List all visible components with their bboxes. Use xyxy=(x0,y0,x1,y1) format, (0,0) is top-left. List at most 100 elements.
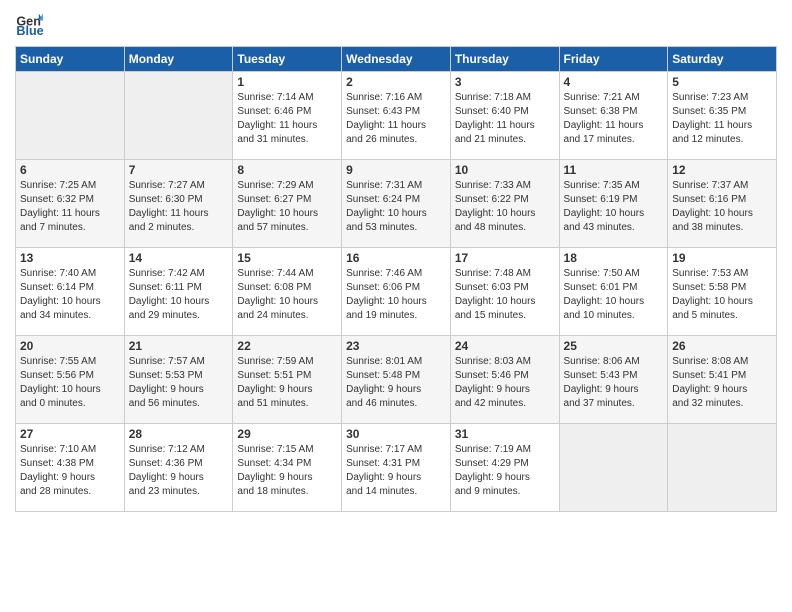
day-number: 7 xyxy=(129,163,229,177)
cell-content: Sunrise: 7:21 AM Sunset: 6:38 PM Dayligh… xyxy=(564,91,664,147)
week-row-4: 20 Sunrise: 7:55 AM Sunset: 5:56 PM Dayli… xyxy=(16,336,777,424)
calendar-cell: 7 Sunrise: 7:27 AM Sunset: 6:30 PM Daylig… xyxy=(124,160,233,248)
calendar-cell xyxy=(16,72,125,160)
calendar-cell: 27 Sunrise: 7:10 AM Sunset: 4:38 PM Dayli… xyxy=(16,424,125,512)
day-number: 31 xyxy=(455,427,555,441)
calendar-cell xyxy=(124,72,233,160)
calendar-cell: 13 Sunrise: 7:40 AM Sunset: 6:14 PM Dayli… xyxy=(16,248,125,336)
cell-content: Sunrise: 8:06 AM Sunset: 5:43 PM Dayligh… xyxy=(564,355,664,411)
weekday-header-tuesday: Tuesday xyxy=(233,47,342,72)
calendar-cell: 22 Sunrise: 7:59 AM Sunset: 5:51 PM Dayli… xyxy=(233,336,342,424)
calendar-cell: 29 Sunrise: 7:15 AM Sunset: 4:34 PM Dayli… xyxy=(233,424,342,512)
cell-content: Sunrise: 7:42 AM Sunset: 6:11 PM Dayligh… xyxy=(129,267,229,323)
week-row-2: 6 Sunrise: 7:25 AM Sunset: 6:32 PM Daylig… xyxy=(16,160,777,248)
day-number: 27 xyxy=(20,427,120,441)
calendar-cell: 17Sunrise: 7:48 AM Sunset: 6:03 PM Dayli… xyxy=(450,248,559,336)
day-number: 18 xyxy=(564,251,664,265)
calendar-cell: 14 Sunrise: 7:42 AM Sunset: 6:11 PM Dayli… xyxy=(124,248,233,336)
day-number: 5 xyxy=(672,75,772,89)
calendar-cell: 1Sunrise: 7:14 AM Sunset: 6:46 PM Daylig… xyxy=(233,72,342,160)
cell-content: Sunrise: 7:29 AM Sunset: 6:27 PM Dayligh… xyxy=(237,179,337,235)
week-row-1: 1Sunrise: 7:14 AM Sunset: 6:46 PM Daylig… xyxy=(16,72,777,160)
cell-content: Sunrise: 7:15 AM Sunset: 4:34 PM Dayligh… xyxy=(237,443,337,499)
calendar-cell: 12Sunrise: 7:37 AM Sunset: 6:16 PM Dayli… xyxy=(668,160,777,248)
cell-content: Sunrise: 8:01 AM Sunset: 5:48 PM Dayligh… xyxy=(346,355,446,411)
calendar-cell: 30 Sunrise: 7:17 AM Sunset: 4:31 PM Dayli… xyxy=(342,424,451,512)
calendar-cell: 26 Sunrise: 8:08 AM Sunset: 5:41 PM Dayli… xyxy=(668,336,777,424)
weekday-header-sunday: Sunday xyxy=(16,47,125,72)
logo-icon: Gen Blue xyxy=(15,10,43,38)
page-header: Gen Blue xyxy=(15,10,777,38)
calendar-cell xyxy=(559,424,668,512)
day-number: 13 xyxy=(20,251,120,265)
calendar-cell: 5Sunrise: 7:23 AM Sunset: 6:35 PM Daylig… xyxy=(668,72,777,160)
calendar-cell: 6 Sunrise: 7:25 AM Sunset: 6:32 PM Daylig… xyxy=(16,160,125,248)
weekday-header-thursday: Thursday xyxy=(450,47,559,72)
day-number: 20 xyxy=(20,339,120,353)
weekday-header-friday: Friday xyxy=(559,47,668,72)
calendar-cell: 18Sunrise: 7:50 AM Sunset: 6:01 PM Dayli… xyxy=(559,248,668,336)
calendar-cell: 24 Sunrise: 8:03 AM Sunset: 5:46 PM Dayli… xyxy=(450,336,559,424)
svg-text:Blue: Blue xyxy=(16,24,43,38)
calendar-cell xyxy=(668,424,777,512)
cell-content: Sunrise: 7:25 AM Sunset: 6:32 PM Dayligh… xyxy=(20,179,120,235)
day-number: 19 xyxy=(672,251,772,265)
calendar-cell: 23Sunrise: 8:01 AM Sunset: 5:48 PM Dayli… xyxy=(342,336,451,424)
cell-content: Sunrise: 7:19 AM Sunset: 4:29 PM Dayligh… xyxy=(455,443,555,499)
weekday-header-saturday: Saturday xyxy=(668,47,777,72)
cell-content: Sunrise: 7:44 AM Sunset: 6:08 PM Dayligh… xyxy=(237,267,337,323)
cell-content: Sunrise: 7:55 AM Sunset: 5:56 PM Dayligh… xyxy=(20,355,120,411)
calendar-page: Gen Blue SundayMondayTuesdayWednesdayThu… xyxy=(0,0,792,612)
day-number: 24 xyxy=(455,339,555,353)
day-number: 28 xyxy=(129,427,229,441)
cell-content: Sunrise: 7:12 AM Sunset: 4:36 PM Dayligh… xyxy=(129,443,229,499)
weekday-header-wednesday: Wednesday xyxy=(342,47,451,72)
calendar-cell: 19 Sunrise: 7:53 AM Sunset: 5:58 PM Dayli… xyxy=(668,248,777,336)
cell-content: Sunrise: 7:10 AM Sunset: 4:38 PM Dayligh… xyxy=(20,443,120,499)
day-number: 30 xyxy=(346,427,446,441)
day-number: 14 xyxy=(129,251,229,265)
day-number: 6 xyxy=(20,163,120,177)
day-number: 25 xyxy=(564,339,664,353)
calendar-cell: 4 Sunrise: 7:21 AM Sunset: 6:38 PM Daylig… xyxy=(559,72,668,160)
day-number: 26 xyxy=(672,339,772,353)
cell-content: Sunrise: 7:31 AM Sunset: 6:24 PM Dayligh… xyxy=(346,179,446,235)
cell-content: Sunrise: 7:27 AM Sunset: 6:30 PM Dayligh… xyxy=(129,179,229,235)
day-number: 29 xyxy=(237,427,337,441)
day-number: 9 xyxy=(346,163,446,177)
calendar-cell: 25 Sunrise: 8:06 AM Sunset: 5:43 PM Dayli… xyxy=(559,336,668,424)
cell-content: Sunrise: 7:40 AM Sunset: 6:14 PM Dayligh… xyxy=(20,267,120,323)
calendar-table: SundayMondayTuesdayWednesdayThursdayFrid… xyxy=(15,46,777,512)
calendar-cell: 10 Sunrise: 7:33 AM Sunset: 6:22 PM Dayli… xyxy=(450,160,559,248)
day-number: 3 xyxy=(455,75,555,89)
day-number: 2 xyxy=(346,75,446,89)
calendar-cell: 3Sunrise: 7:18 AM Sunset: 6:40 PM Daylig… xyxy=(450,72,559,160)
cell-content: Sunrise: 7:53 AM Sunset: 5:58 PM Dayligh… xyxy=(672,267,772,323)
day-number: 22 xyxy=(237,339,337,353)
day-number: 15 xyxy=(237,251,337,265)
weekday-header-monday: Monday xyxy=(124,47,233,72)
week-row-3: 13 Sunrise: 7:40 AM Sunset: 6:14 PM Dayli… xyxy=(16,248,777,336)
day-number: 17 xyxy=(455,251,555,265)
cell-content: Sunrise: 7:37 AM Sunset: 6:16 PM Dayligh… xyxy=(672,179,772,235)
cell-content: Sunrise: 7:46 AM Sunset: 6:06 PM Dayligh… xyxy=(346,267,446,323)
cell-content: Sunrise: 7:33 AM Sunset: 6:22 PM Dayligh… xyxy=(455,179,555,235)
day-number: 21 xyxy=(129,339,229,353)
day-number: 4 xyxy=(564,75,664,89)
week-row-5: 27 Sunrise: 7:10 AM Sunset: 4:38 PM Dayli… xyxy=(16,424,777,512)
calendar-cell: 11Sunrise: 7:35 AM Sunset: 6:19 PM Dayli… xyxy=(559,160,668,248)
cell-content: Sunrise: 8:03 AM Sunset: 5:46 PM Dayligh… xyxy=(455,355,555,411)
day-number: 10 xyxy=(455,163,555,177)
calendar-cell: 2 Sunrise: 7:16 AM Sunset: 6:43 PM Daylig… xyxy=(342,72,451,160)
calendar-cell: 8Sunrise: 7:29 AM Sunset: 6:27 PM Daylig… xyxy=(233,160,342,248)
cell-content: Sunrise: 8:08 AM Sunset: 5:41 PM Dayligh… xyxy=(672,355,772,411)
cell-content: Sunrise: 7:17 AM Sunset: 4:31 PM Dayligh… xyxy=(346,443,446,499)
calendar-cell: 9 Sunrise: 7:31 AM Sunset: 6:24 PM Daylig… xyxy=(342,160,451,248)
calendar-cell: 31 Sunrise: 7:19 AM Sunset: 4:29 PM Dayli… xyxy=(450,424,559,512)
day-number: 1 xyxy=(237,75,337,89)
calendar-cell: 21Sunrise: 7:57 AM Sunset: 5:53 PM Dayli… xyxy=(124,336,233,424)
logo: Gen Blue xyxy=(15,10,47,38)
calendar-cell: 15 Sunrise: 7:44 AM Sunset: 6:08 PM Dayli… xyxy=(233,248,342,336)
cell-content: Sunrise: 7:16 AM Sunset: 6:43 PM Dayligh… xyxy=(346,91,446,147)
cell-content: Sunrise: 7:59 AM Sunset: 5:51 PM Dayligh… xyxy=(237,355,337,411)
